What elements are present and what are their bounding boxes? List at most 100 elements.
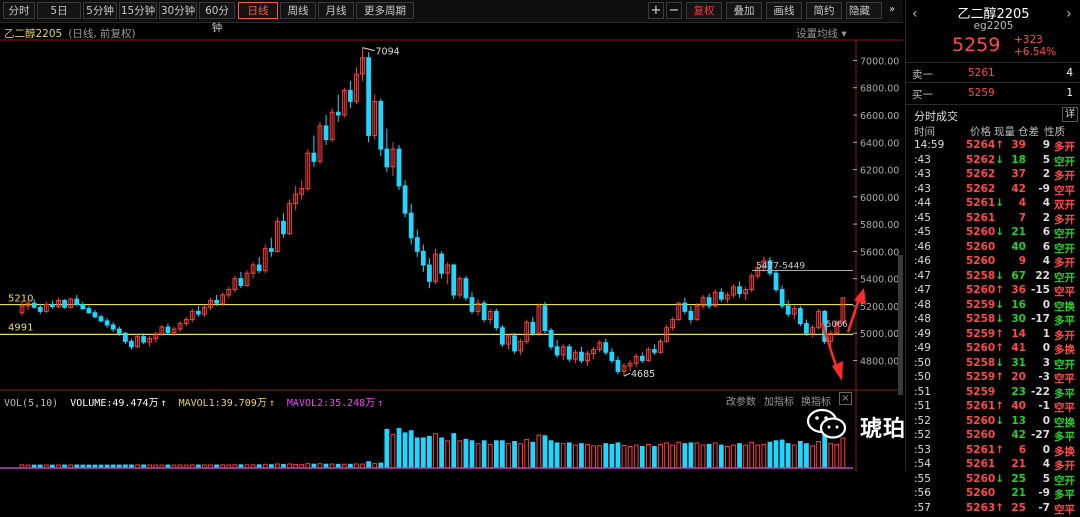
tick-time: :56 (914, 487, 931, 499)
tick-volume: 20 (1011, 371, 1026, 383)
draw-button[interactable]: 画线 (766, 2, 802, 19)
tick-volume: 14 (1011, 327, 1026, 340)
tick-price: 5260↑ (966, 284, 1005, 296)
tick-volume: 40 (1011, 400, 1026, 412)
y-tick-label: 6000.00 (860, 193, 899, 204)
tick-row: :44 5261↓ 4 4 双开 (906, 197, 1080, 212)
candle-body (463, 278, 469, 299)
period-btn-9[interactable]: 更多周期 (356, 2, 414, 19)
tick-time: :43 (914, 153, 931, 166)
volume-bar (408, 430, 414, 469)
candle-body (609, 351, 615, 361)
ma-settings-button[interactable]: 设置均线 ▾ (796, 26, 847, 41)
volume-bar (743, 444, 749, 469)
tick-time: :52 (914, 429, 931, 441)
tick-time: :55 (914, 472, 931, 485)
tick-oi-change: -9 (1038, 182, 1050, 195)
tick-time: 14:59 (914, 139, 945, 151)
candle-body (268, 248, 274, 252)
period-btn-3[interactable]: 15分钟 (119, 2, 157, 19)
vol-label: VOL(5,10) (4, 398, 59, 409)
fq-button[interactable]: 复权 (686, 2, 722, 19)
period-btn-6[interactable]: 日线 (238, 2, 278, 19)
tick-nature: 空换 (1054, 300, 1075, 313)
price-change: +323 +6.54% (1014, 34, 1056, 58)
tick-nature: 多开 (1054, 170, 1075, 182)
volume-bar (530, 441, 536, 469)
up-arrow-icon: ↑ (995, 400, 1005, 412)
tick-volume: 21 (1011, 226, 1026, 238)
candle-body (652, 349, 657, 353)
tick-time: :45 (914, 226, 931, 238)
tick-row: :55 5260↓ 25 5 空开 (906, 473, 1080, 488)
mavol2-value: MAVOL2:35.248万 (286, 398, 376, 409)
candle-body (110, 324, 116, 330)
vol-value: VOLUME:49.474万 (70, 398, 159, 409)
tick-oi-change: 0 (1042, 298, 1050, 311)
tick-time: :53 (914, 443, 931, 456)
up-arrow-icon: ↑ (268, 398, 275, 409)
col-price: 价格 (970, 126, 991, 138)
tick-row: :45 5260↓ 21 6 空开 (906, 226, 1080, 241)
period-btn-7[interactable]: 周线 (280, 2, 316, 19)
volume-bar (439, 437, 444, 469)
tick-row: :57 5263↑ 25 -7 空平 (906, 502, 1080, 517)
tick-row: :46 5260 40 6 空开 (906, 241, 1080, 256)
wechat-logo-icon (806, 408, 847, 439)
tick-price: 5259↓ (966, 298, 1005, 311)
candle-body (579, 351, 584, 361)
volume-bar (785, 443, 791, 469)
candle-body (195, 310, 201, 315)
tick-oi-change: 2 (1042, 211, 1050, 224)
last-annotation: 5066 (826, 320, 848, 330)
simple-button[interactable]: 简约 (806, 2, 842, 19)
overlay-button[interactable]: 叠加 (726, 2, 762, 19)
period-btn-4[interactable]: 30分钟 (159, 2, 197, 19)
y-tick-label: 5000.00 (860, 329, 899, 340)
volume-bar (457, 440, 463, 469)
tick-time: :48 (914, 313, 931, 325)
hide-button[interactable]: 隐藏 (846, 2, 882, 19)
tick-nature: 空开 (1054, 358, 1075, 371)
tick-nature: 多开 (1054, 329, 1075, 342)
scrollbar[interactable] (898, 255, 903, 395)
zoom-out-button[interactable]: − (666, 2, 682, 19)
volume-bar (463, 438, 469, 469)
tick-price: 5258↓ (966, 356, 1005, 369)
candle-body (682, 302, 688, 312)
period-btn-5[interactable]: 60分钟 (199, 2, 235, 34)
zoom-in-button[interactable]: + (648, 2, 664, 19)
detail-button[interactable]: 详 (1062, 107, 1078, 122)
tick-price: 5259 (966, 385, 996, 398)
tick-oi-change: -1 (1038, 400, 1050, 412)
tick-price: 5259↑ (966, 327, 1005, 340)
up-arrow-icon: ↑ (377, 398, 384, 409)
candle-body (639, 355, 645, 361)
vol-params-button[interactable]: 改参数 (726, 393, 756, 408)
tick-nature: 空开 (1054, 155, 1075, 168)
period-btn-8[interactable]: 月线 (318, 2, 354, 19)
vol-add-indicator-button[interactable]: 加指标 (764, 393, 794, 408)
double-chevron-right-icon[interactable]: » (884, 2, 900, 19)
tick-volume: 36 (1011, 284, 1026, 296)
volume-bar (402, 432, 408, 469)
period-btn-2[interactable]: 5分钟 (83, 2, 117, 19)
y-tick-label: 6800.00 (860, 84, 899, 95)
tick-price: 5260 (966, 429, 996, 441)
volume-bar (724, 446, 730, 469)
volume-bar (749, 441, 755, 469)
tick-row: :47 5258↓ 67 22 空开 (906, 270, 1080, 285)
period-btn-0[interactable]: 分时 (3, 2, 35, 19)
period-btn-1[interactable]: 5日 (37, 2, 81, 19)
volume-bar (603, 443, 609, 469)
volume-bar (627, 446, 633, 469)
volume-bar (615, 442, 621, 469)
volume-bar (554, 442, 560, 469)
down-arrow-icon: ↓ (995, 313, 1005, 325)
tick-row: 14:59 5264↑ 39 9 多开 (906, 139, 1080, 154)
tick-volume: 39 (1011, 139, 1026, 151)
volume-bar (791, 444, 797, 469)
volume-bar (694, 442, 700, 469)
chevron-down-icon: ▾ (841, 28, 847, 40)
volume-bar (718, 444, 724, 469)
